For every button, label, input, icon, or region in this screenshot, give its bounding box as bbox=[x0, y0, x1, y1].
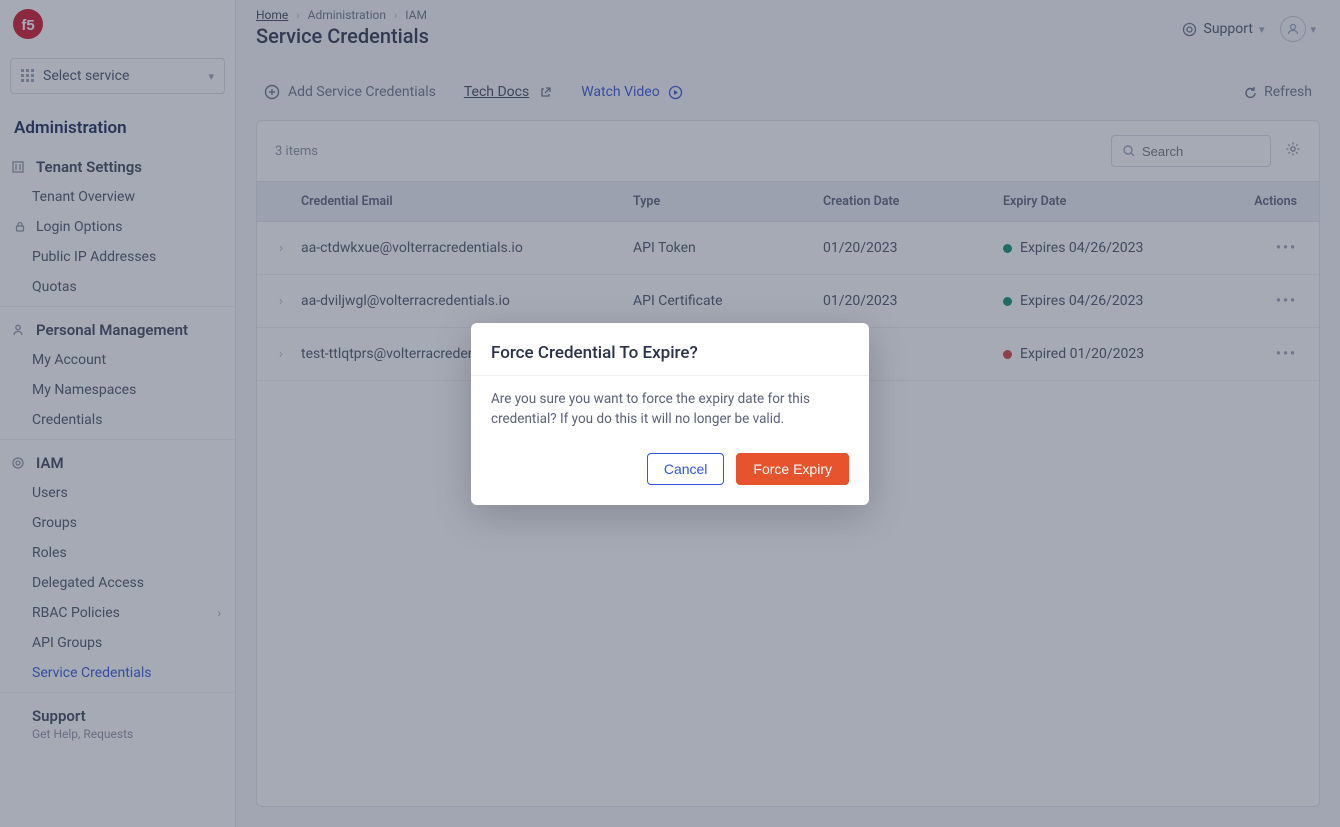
modal-footer: Cancel Force Expiry bbox=[471, 437, 869, 505]
cancel-button[interactable]: Cancel bbox=[647, 453, 725, 485]
force-expiry-button[interactable]: Force Expiry bbox=[736, 453, 849, 485]
modal-overlay[interactable]: Force Credential To Expire? Are you sure… bbox=[0, 0, 1340, 827]
modal-title: Force Credential To Expire? bbox=[471, 323, 869, 375]
modal: Force Credential To Expire? Are you sure… bbox=[471, 323, 869, 505]
modal-body: Are you sure you want to force the expir… bbox=[471, 375, 869, 437]
